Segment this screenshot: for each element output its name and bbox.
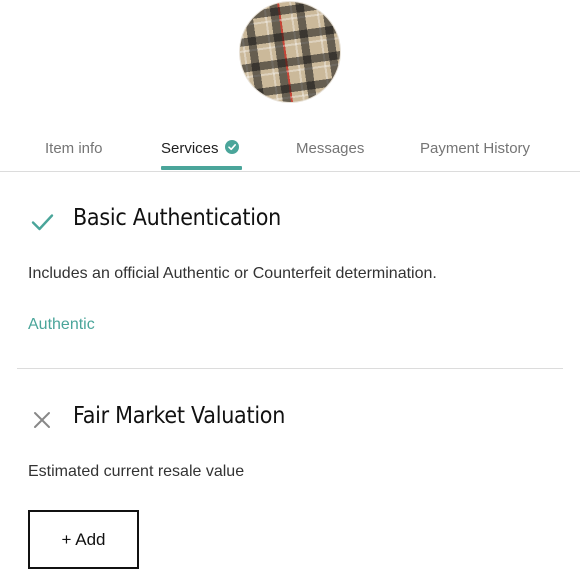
close-icon — [30, 408, 54, 432]
add-valuation-button[interactable]: + Add — [28, 510, 139, 569]
service-title: Basic Authentication — [73, 205, 281, 231]
tab-item-info[interactable]: Item info — [45, 140, 103, 157]
service-title: Fair Market Valuation — [73, 403, 286, 429]
section-divider — [17, 368, 563, 369]
item-avatar — [233, 0, 347, 109]
tab-payment-history[interactable]: Payment History — [420, 140, 530, 157]
check-circle-icon — [224, 140, 239, 154]
tab-services[interactable]: Services — [161, 140, 239, 157]
authentication-result-link[interactable]: Authentic — [28, 316, 95, 334]
active-tab-indicator — [161, 166, 242, 170]
tab-label: Services — [161, 140, 219, 157]
tab-messages[interactable]: Messages — [296, 140, 364, 157]
tab-label: Messages — [296, 140, 365, 157]
tab-label: Payment History — [420, 140, 531, 157]
service-description: Estimated current resale value — [28, 463, 245, 480]
tab-bar: Item info Services Messages Payment Hist… — [0, 128, 580, 172]
service-description: Includes an official Authentic or Counte… — [28, 265, 437, 282]
tab-label: Item info — [45, 140, 103, 157]
check-icon — [30, 210, 54, 234]
